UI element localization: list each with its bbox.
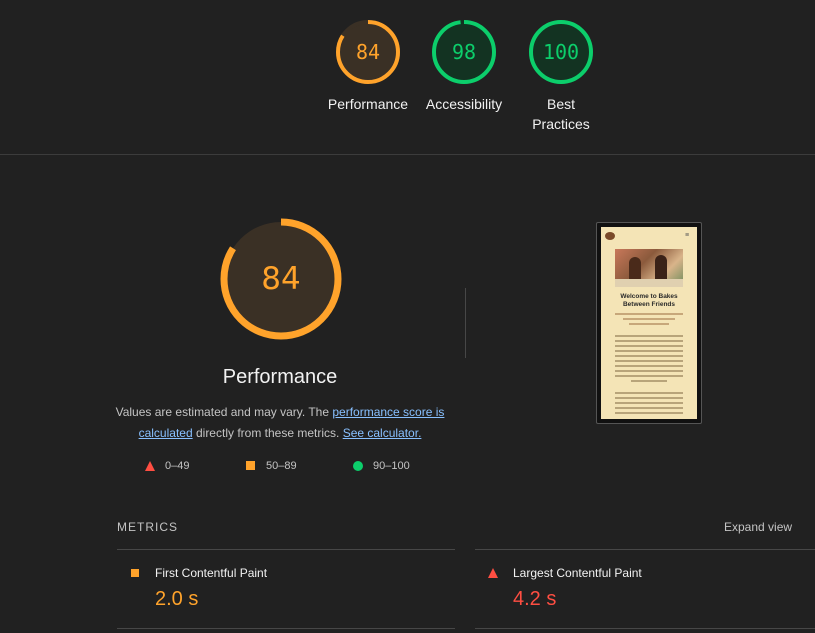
legend-fail: 0–49: [145, 460, 189, 472]
metric-name: First Contentful Paint: [155, 566, 268, 580]
metric-divider: [117, 628, 455, 629]
performance-score: 84: [355, 40, 381, 64]
red-triangle-icon: [145, 461, 155, 471]
legend-fail-range: 0–49: [165, 460, 190, 472]
legend-average: 50–89: [246, 460, 297, 472]
hero-counter: [615, 279, 683, 287]
best-practices-label[interactable]: Best Practices: [511, 94, 611, 134]
screenshot-text-line: [615, 360, 683, 362]
description-middle: directly from these metrics.: [192, 426, 343, 440]
legend-pass: 90–100: [353, 460, 410, 472]
metric-divider: [117, 549, 455, 550]
screenshot-text-line: [615, 345, 683, 347]
header-divider: [0, 154, 815, 155]
screenshot-text-line: [615, 355, 683, 357]
top-gauge-performance[interactable]: 84: [335, 19, 401, 85]
hero-image: [615, 249, 683, 287]
legend-pass-range: 90–100: [373, 460, 410, 472]
accessibility-label[interactable]: Accessibility: [414, 94, 514, 114]
screenshot-heading: Welcome to Bakes Between Friends: [601, 293, 697, 309]
section-title: Performance: [222, 366, 338, 388]
legend-average-range: 50–89: [266, 460, 297, 472]
top-gauge-best-practices[interactable]: 100: [528, 19, 594, 85]
metric-name: Largest Contentful Paint: [513, 566, 642, 580]
screenshot-text-line: [615, 365, 683, 367]
best-practices-score: 100: [542, 40, 580, 64]
metrics-header-title: METRICS: [117, 520, 178, 534]
orange-square-icon: [131, 569, 139, 577]
main-performance-gauge: 84: [220, 218, 342, 340]
green-circle-icon: [353, 461, 363, 471]
description-prefix: Values are estimated and may vary. The: [115, 405, 333, 419]
metric-divider: [475, 549, 815, 550]
screenshot-heading-line1: Welcome to Bakes: [620, 293, 678, 300]
metric-divider: [475, 628, 815, 629]
vertical-divider: [465, 288, 466, 358]
performance-description: Values are estimated and may vary. The p…: [110, 402, 450, 444]
performance-label[interactable]: Performance: [318, 94, 418, 114]
screenshot-text-line: [615, 350, 683, 352]
menu-icon: ≡: [685, 232, 690, 239]
expand-view-button[interactable]: Expand view: [724, 520, 792, 534]
screenshot-text-line: [629, 323, 669, 325]
screenshot-text-line: [623, 318, 675, 320]
metric-value: 4.2 s: [513, 588, 557, 610]
accessibility-score: 98: [451, 40, 477, 64]
screenshot-screen: ≡ Welcome to Bakes Between Friends: [601, 227, 697, 419]
see-calculator-link[interactable]: See calculator.: [343, 426, 422, 440]
top-gauge-accessibility[interactable]: 98: [431, 19, 497, 85]
screenshot-text-line: [615, 407, 683, 409]
site-logo-icon: [605, 232, 615, 240]
screenshot-text-line: [615, 402, 683, 404]
screenshot-text-line: [615, 392, 683, 394]
main-performance-score: 84: [261, 261, 301, 297]
metric-value: 2.0 s: [155, 588, 199, 610]
screenshot-text-line: [615, 340, 683, 342]
screenshot-text-line: [615, 313, 683, 315]
best-practices-label-line1: Best: [546, 96, 575, 112]
screenshot-heading-line2: Between Friends: [622, 301, 675, 308]
best-practices-label-line2: Practices: [532, 116, 590, 132]
screenshot-text-line: [615, 412, 683, 414]
screenshot-text-line: [615, 397, 683, 399]
screenshot-text-line: [615, 375, 683, 377]
red-triangle-icon: [488, 568, 498, 578]
orange-square-icon: [246, 461, 255, 470]
page-screenshot-thumbnail[interactable]: ≡ Welcome to Bakes Between Friends: [596, 222, 702, 424]
screenshot-text-line: [615, 370, 683, 372]
screenshot-text-line: [615, 335, 683, 337]
screenshot-text-line: [631, 380, 667, 382]
